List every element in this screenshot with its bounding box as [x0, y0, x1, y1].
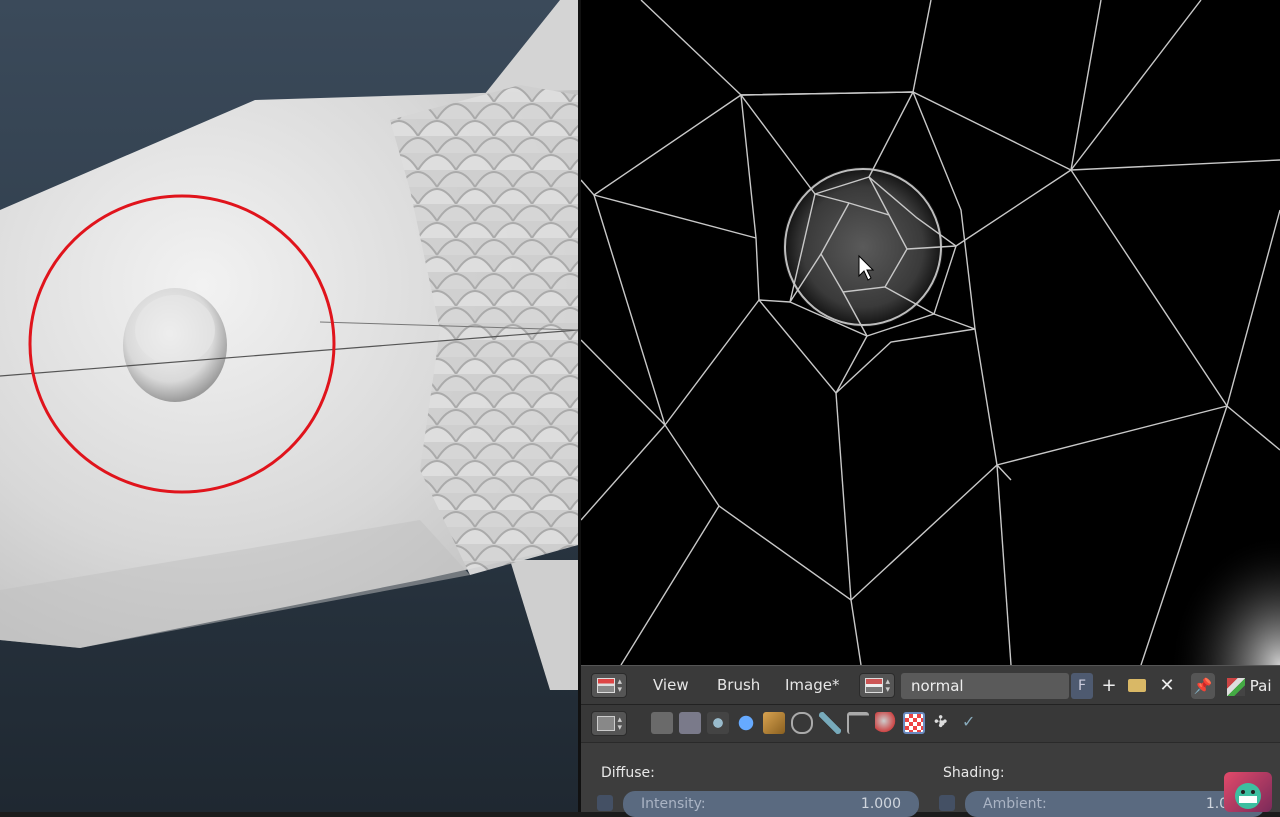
texture-icon[interactable] — [903, 712, 925, 734]
diffuse-label: Diffuse: — [601, 765, 655, 781]
mode-label: Pai — [1249, 677, 1272, 695]
intensity-slider[interactable]: Intensity: 1.000 — [623, 791, 919, 817]
mode-selector[interactable]: Pai — [1227, 673, 1280, 699]
new-image-button[interactable]: + — [1097, 673, 1121, 699]
uv-wireframe — [581, 0, 1280, 665]
shading-checkbox[interactable] — [939, 795, 955, 811]
updown-arrows-icon: ▴ ▾ — [885, 677, 890, 695]
image-editor-header: ▴ ▾ View Brush Image* ▴ ▾ normal F + ✕ 📌 P… — [581, 665, 1280, 705]
physics-icon[interactable]: ✓ — [959, 712, 981, 734]
browse-image-button[interactable]: ▴ ▾ — [859, 673, 895, 698]
modifiers-icon[interactable] — [819, 712, 841, 734]
constraints-icon[interactable] — [791, 712, 813, 734]
plus-icon: + — [1101, 675, 1117, 696]
folder-icon — [1128, 679, 1146, 692]
open-image-button[interactable] — [1125, 673, 1149, 699]
image-browse-icon — [865, 678, 883, 693]
channel-logo — [1224, 772, 1272, 812]
scene-icon[interactable] — [707, 712, 729, 734]
pin-button[interactable]: 📌 — [1191, 673, 1215, 699]
ambient-slider[interactable]: Ambient: 1.00 — [965, 791, 1265, 817]
material-properties-panel: Diffuse: Shading: Intensity: 1.000 Ambie… — [581, 743, 1280, 817]
intensity-label: Intensity: — [641, 796, 706, 812]
updown-arrows-icon: ▴ ▾ — [617, 677, 622, 695]
intensity-value: 1.000 — [860, 796, 901, 812]
properties-icon — [597, 716, 615, 731]
properties-editor-button[interactable]: ▴ ▾ — [591, 711, 627, 736]
uv-editor-canvas[interactable] — [581, 0, 1280, 665]
menu-brush[interactable]: Brush — [717, 676, 760, 694]
editor-type-button[interactable]: ▴ ▾ — [591, 673, 627, 698]
updown-arrows-icon: ▴ ▾ — [617, 715, 622, 733]
fake-user-button[interactable]: F — [1071, 673, 1093, 699]
3d-viewport[interactable] — [0, 0, 578, 812]
world-icon[interactable] — [735, 712, 757, 734]
menu-view[interactable]: View — [653, 676, 689, 694]
diffuse-checkbox[interactable] — [597, 795, 613, 811]
pin-icon: 📌 — [1193, 677, 1213, 695]
menu-image[interactable]: Image* — [785, 676, 839, 694]
material-icon[interactable] — [875, 712, 897, 734]
particles-icon[interactable]: ✣ — [931, 712, 953, 734]
shading-label: Shading: — [943, 765, 1005, 781]
image-editor-icon — [597, 678, 615, 693]
brush-falloff — [783, 167, 943, 327]
render-icon[interactable] — [651, 712, 673, 734]
object-data-icon[interactable] — [847, 712, 869, 734]
paint-icon — [1227, 677, 1245, 696]
image-name-field[interactable]: normal — [901, 673, 1069, 699]
object-icon[interactable] — [763, 712, 785, 734]
unlink-image-button[interactable]: ✕ — [1155, 673, 1179, 699]
ambient-label: Ambient: — [983, 796, 1047, 812]
render-layers-icon[interactable] — [679, 712, 701, 734]
sculpt-mesh — [0, 0, 578, 690]
close-icon: ✕ — [1159, 675, 1175, 696]
properties-tabs: ▴ ▾ ✣ ✓ — [581, 705, 1280, 743]
